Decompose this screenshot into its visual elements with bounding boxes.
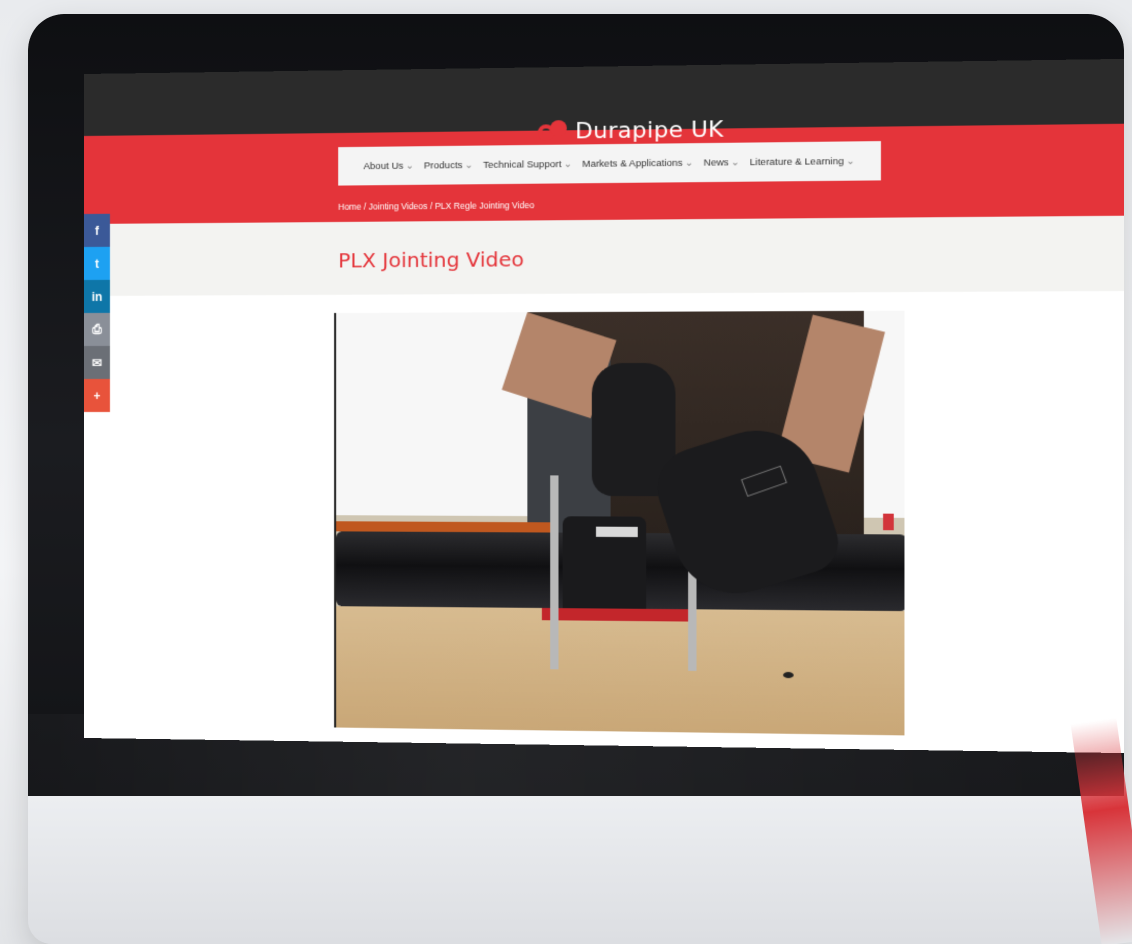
main-nav: About Us ⌄ Products ⌄ Technical Support ⌄ M… — [338, 141, 881, 186]
breadcrumb-separator: / — [363, 201, 367, 212]
facebook-icon: f — [94, 223, 99, 238]
brand-logo[interactable]: Durapipe UK — [537, 114, 724, 147]
email-share-button[interactable]: ✉ — [84, 345, 110, 379]
chevron-down-icon: ⌄ — [846, 155, 855, 167]
breadcrumb-current: PLX Regle Jointing Video — [434, 200, 535, 212]
chevron-down-icon: ⌄ — [464, 159, 473, 171]
facebook-share-button[interactable]: f — [84, 213, 110, 247]
plus-icon: + — [93, 388, 101, 403]
monitor: Durapipe UK About Us ⌄ Products ⌄ Technica… — [28, 14, 1124, 944]
twitter-icon: t — [94, 256, 99, 271]
brand-name: Durapipe UK — [575, 116, 724, 144]
nav-item-products[interactable]: Products ⌄ — [424, 159, 473, 171]
email-icon: ✉ — [91, 355, 103, 370]
print-share-button[interactable]: ⎙ — [84, 312, 110, 346]
monitor-chin — [28, 796, 1124, 944]
nav-item-about-us[interactable]: About Us ⌄ — [363, 160, 413, 172]
jointing-video-player[interactable] — [334, 310, 905, 736]
durapipe-logo-icon — [537, 120, 569, 143]
nav-item-literature-learning[interactable]: Literature & Learning ⌄ — [750, 155, 855, 167]
chevron-down-icon: ⌄ — [405, 160, 414, 172]
nav-item-markets-applications[interactable]: Markets & Applications ⌄ — [582, 157, 693, 169]
breadcrumb-separator: / — [430, 200, 433, 212]
screen: Durapipe UK About Us ⌄ Products ⌄ Technica… — [84, 58, 1124, 754]
breadcrumb-section[interactable]: Jointing Videos — [369, 201, 428, 212]
print-icon: ⎙ — [92, 321, 102, 336]
video-work-surface — [336, 606, 905, 736]
chevron-down-icon: ⌄ — [730, 156, 740, 168]
linkedin-share-button[interactable]: in — [84, 279, 110, 313]
chevron-down-icon: ⌄ — [563, 158, 572, 170]
twitter-share-button[interactable]: t — [84, 246, 110, 280]
more-share-button[interactable]: + — [84, 378, 110, 413]
nav-item-news[interactable]: News ⌄ — [704, 157, 740, 169]
nav-item-technical-support[interactable]: Technical Support ⌄ — [483, 158, 572, 170]
chevron-down-icon: ⌄ — [684, 157, 694, 169]
breadcrumb: Home / Jointing Videos / PLX Regle Joint… — [338, 200, 534, 212]
page-title: PLX Jointing Video — [338, 246, 525, 273]
social-share-bar: f t in ⎙ ✉ + — [84, 213, 110, 413]
title-bar — [84, 215, 1124, 296]
linkedin-icon: in — [91, 289, 103, 304]
breadcrumb-home[interactable]: Home — [338, 202, 361, 212]
